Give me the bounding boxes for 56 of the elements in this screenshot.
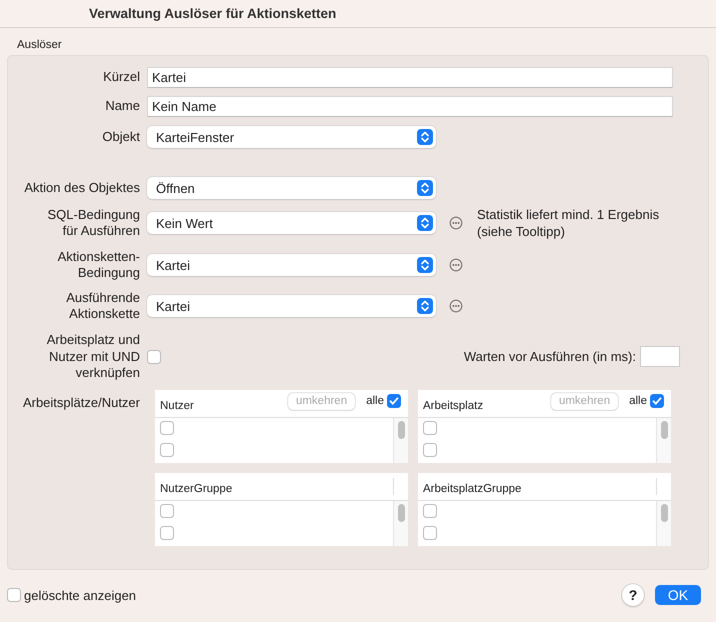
- ok-button[interactable]: OK: [655, 585, 701, 605]
- all-checkbox[interactable]: [650, 394, 664, 408]
- checkbox[interactable]: [147, 350, 161, 364]
- row-checkbox[interactable]: [160, 442, 174, 456]
- more-icon[interactable]: [449, 216, 463, 230]
- all-checkbox[interactable]: [387, 394, 401, 408]
- list-title: Arbeitsplatz: [423, 399, 484, 412]
- list-title: NutzerGruppe: [160, 482, 234, 495]
- scrollbar-thumb[interactable]: [661, 420, 668, 438]
- row-checkbox[interactable]: [423, 504, 437, 518]
- row-checkbox[interactable]: [423, 526, 437, 540]
- help-button[interactable]: ?: [622, 584, 644, 606]
- text-field[interactable]: Kein Name: [147, 96, 673, 116]
- field-label: Arbeitsplätze/Nutzer: [22, 394, 141, 412]
- row-checkbox[interactable]: [423, 420, 437, 434]
- dropdown[interactable]: KarteiFenster: [147, 126, 436, 148]
- window-title: Verwaltung Auslöser für Aktionsketten: [89, 6, 336, 21]
- input-field[interactable]: [640, 346, 680, 368]
- hint-text: Statistik liefert mind. 1 Ergebnis (siehe Tooltipp): [477, 206, 660, 240]
- checkbox-list[interactable]: NutzerGruppe: [155, 472, 408, 546]
- field-label: Warten vor Ausführen (in ms):: [464, 349, 636, 364]
- field-label: Aktionsketten-Bedingung: [56, 249, 141, 281]
- checkbox[interactable]: [7, 588, 21, 602]
- list-title: Nutzer: [160, 399, 195, 412]
- list-title: ArbeitsplatzGruppe: [423, 482, 522, 495]
- scrollbar-thumb[interactable]: [398, 504, 405, 522]
- row-checkbox[interactable]: [160, 504, 174, 518]
- more-icon[interactable]: [449, 299, 463, 313]
- row-checkbox[interactable]: [160, 420, 174, 434]
- row-checkbox[interactable]: [160, 526, 174, 540]
- row-checkbox[interactable]: [423, 442, 437, 456]
- section-title: Auslöser: [17, 39, 62, 51]
- dropdown[interactable]: Kartei: [147, 254, 436, 276]
- dropdown[interactable]: Öffnen: [147, 177, 436, 199]
- dropdown[interactable]: Kein Wert: [147, 212, 436, 234]
- updown-arrows-icon: [417, 257, 433, 273]
- text-field[interactable]: Kartei: [147, 66, 673, 88]
- field-label: Objekt: [101, 129, 141, 145]
- field-label: Aktion des Objektes: [23, 180, 141, 196]
- all-label: alle: [629, 395, 647, 407]
- updown-arrows-icon: [417, 180, 433, 196]
- field-label: Name: [104, 98, 141, 114]
- more-icon[interactable]: [449, 258, 463, 272]
- field-label: Ausführende Aktionskette: [65, 290, 141, 322]
- updown-arrows-icon: [417, 129, 433, 145]
- scrollbar-thumb[interactable]: [661, 504, 668, 522]
- updown-arrows-icon: [417, 215, 433, 231]
- checkbox-list[interactable]: ArbeitsplatzGruppe: [418, 472, 671, 546]
- field-label: Kürzel: [102, 69, 141, 85]
- checkbox-label: gelöschte anzeigen: [24, 588, 136, 602]
- scrollbar-thumb[interactable]: [398, 420, 405, 438]
- checkbox-label: Arbeitsplatz und Nutzer mit UND verknüpfen: [46, 332, 141, 382]
- dropdown[interactable]: Kartei: [147, 295, 436, 317]
- field-label: SQL-Bedingung für Ausführen: [46, 207, 141, 239]
- updown-arrows-icon: [417, 298, 433, 314]
- all-label: alle: [366, 395, 384, 407]
